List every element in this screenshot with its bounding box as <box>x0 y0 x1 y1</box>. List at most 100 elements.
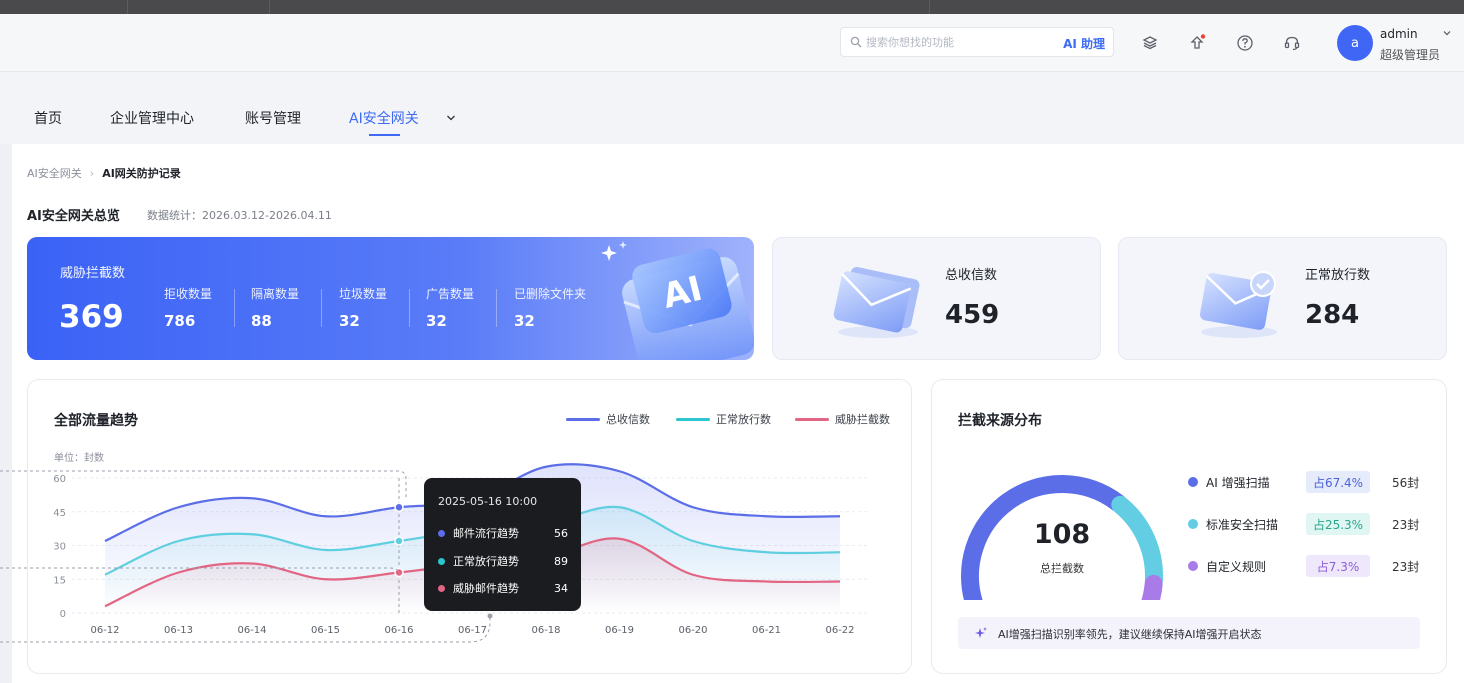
source-count: 56封 <box>1392 476 1420 490</box>
source-count: 23封 <box>1392 518 1420 532</box>
search-icon <box>850 36 862 48</box>
legend-swatch <box>795 417 829 421</box>
sparkle-icon <box>975 627 987 638</box>
tooltip-value: 56 <box>554 526 568 540</box>
user-name[interactable]: admin <box>1380 27 1418 41</box>
chevron-down-icon[interactable] <box>1442 28 1452 38</box>
legend-label: 威胁拦截数 <box>835 413 890 426</box>
sub-stat-label: 隔离数量 <box>251 287 300 301</box>
search-box[interactable]: AI 助理 <box>840 27 1114 57</box>
legend-swatch <box>566 417 600 421</box>
tooltip-row: 威胁邮件趋势 34 <box>438 580 568 596</box>
source-row: AI 增强扫描 占67.4% 56封 <box>1186 471 1426 493</box>
tooltip-dot <box>438 584 445 592</box>
total-received-card: 总收信数 459 <box>772 237 1101 360</box>
window-top-strip <box>0 0 1464 14</box>
divider <box>496 289 497 327</box>
normal-pass-value: 284 <box>1305 300 1360 330</box>
breadcrumb-current: AI网关防护记录 <box>102 167 181 180</box>
upload-icon[interactable] <box>1188 34 1206 52</box>
divider <box>234 289 235 327</box>
source-row: 标准安全扫描 占25.3% 23封 <box>1186 513 1426 535</box>
ai-assistant-button[interactable]: AI 助理 <box>1063 35 1105 52</box>
source-name: 标准安全扫描 <box>1206 518 1279 532</box>
gauge-segment <box>1141 574 1163 600</box>
envelope-icon <box>833 267 920 338</box>
legend-item[interactable]: 正常放行数 <box>676 411 771 427</box>
nav-item-accounts[interactable]: 账号管理 <box>245 108 301 128</box>
sub-stat-value: 32 <box>426 312 447 330</box>
layers-icon[interactable] <box>1141 34 1159 52</box>
tooltip-row: 正常放行趋势 89 <box>438 553 568 569</box>
source-row: 自定义规则 占7.3% 23封 <box>1186 555 1426 577</box>
top-nav: 首页 企业管理中心 账号管理 AI安全网关 <box>0 72 1464 144</box>
legend-item[interactable]: 总收信数 <box>566 411 650 427</box>
distribution-title: 拦截来源分布 <box>958 413 1042 429</box>
gauge-total-label: 总拦截数 <box>1040 562 1084 575</box>
sub-stat: 拒收数量 786 <box>164 285 212 330</box>
sub-stat-label: 广告数量 <box>426 287 475 301</box>
insight-tip: AI增强扫描识别率领先，建议继续保持AI增强开启状态 <box>958 617 1420 649</box>
tooltip-dot <box>438 529 445 537</box>
page-title: AI安全网关总览 <box>27 209 120 224</box>
sub-stat: 广告数量 32 <box>426 285 475 330</box>
source-percent-badge: 占7.3% <box>1306 555 1370 577</box>
breadcrumb-parent[interactable]: AI安全网关 <box>27 167 82 180</box>
nav-item-enterprise[interactable]: 企业管理中心 <box>110 108 194 128</box>
sub-stat-value: 32 <box>514 312 535 330</box>
source-dot <box>1188 561 1198 571</box>
divider <box>321 289 322 327</box>
sub-stat-value: 88 <box>251 312 272 330</box>
divider <box>409 289 410 327</box>
stat-range: 数据统计：2026.03.12-2026.04.11 <box>147 209 332 222</box>
nav-item-home[interactable]: 首页 <box>34 108 62 128</box>
sub-stat: 已删除文件夹 32 <box>514 285 587 330</box>
source-percent-badge: 占25.3% <box>1306 513 1370 535</box>
breadcrumb-separator: › <box>89 167 95 180</box>
nav-item-ai-gateway[interactable]: AI安全网关 <box>349 108 419 128</box>
sub-stat-value: 786 <box>164 312 196 330</box>
nav-active-indicator <box>369 134 400 136</box>
window-tab <box>270 0 930 14</box>
ai-envelope-illustration: AI <box>601 241 754 360</box>
sub-stat-label: 已删除文件夹 <box>514 287 587 301</box>
tooltip-value: 89 <box>554 554 568 568</box>
source-dot <box>1188 477 1198 487</box>
sub-stat: 隔离数量 88 <box>251 285 300 330</box>
threat-card: 威胁拦截数 369 拒收数量 786 隔离数量 88 垃圾数量 32 广告数量 32 已… <box>27 237 754 360</box>
trend-title: 全部流量趋势 <box>54 413 138 429</box>
legend-label: 总收信数 <box>606 413 650 426</box>
avatar[interactable]: a <box>1337 25 1373 61</box>
gauge-segment <box>1111 495 1163 590</box>
threat-value: 369 <box>59 299 124 335</box>
search-input[interactable] <box>866 35 1046 49</box>
insight-text: AI增强扫描识别率领先，建议继续保持AI增强开启状态 <box>998 628 1262 641</box>
help-icon[interactable] <box>1236 34 1254 52</box>
headset-icon[interactable] <box>1283 34 1301 52</box>
source-percent-badge: 占67.4% <box>1306 471 1370 493</box>
sub-stat: 垃圾数量 32 <box>339 285 388 330</box>
window-tab <box>128 0 270 14</box>
sub-stat-label: 垃圾数量 <box>339 287 388 301</box>
threat-label: 威胁拦截数 <box>60 266 126 281</box>
chevron-down-icon[interactable] <box>445 113 457 123</box>
tooltip-label: 威胁邮件趋势 <box>453 582 519 595</box>
source-count: 23封 <box>1392 560 1420 574</box>
tooltip-label: 邮件流行趋势 <box>453 527 519 540</box>
legend-item[interactable]: 威胁拦截数 <box>795 411 890 427</box>
source-name: 自定义规则 <box>1206 560 1267 574</box>
tooltip-date: 2025-05-16 10:00 <box>438 495 538 508</box>
envelope-check-icon <box>1199 271 1277 338</box>
source-dot <box>1188 519 1198 529</box>
chart-tooltip: 2025-05-16 10:00 邮件流行趋势 56 正常放行趋势 89 威胁邮件趋… <box>424 478 581 611</box>
tooltip-label: 正常放行趋势 <box>453 555 519 568</box>
normal-pass-card: 正常放行数 284 <box>1118 237 1447 360</box>
tooltip-dot <box>438 557 445 565</box>
source-name: AI 增强扫描 <box>1206 476 1270 490</box>
legend-swatch <box>676 417 710 421</box>
app-header: AI 助理 a admin 超级管理员 <box>0 14 1464 72</box>
sub-stat-value: 32 <box>339 312 360 330</box>
chart-unit-label: 单位：封数 <box>54 453 104 464</box>
gauge-total: 108 <box>1033 519 1091 550</box>
window-tab <box>0 0 128 14</box>
